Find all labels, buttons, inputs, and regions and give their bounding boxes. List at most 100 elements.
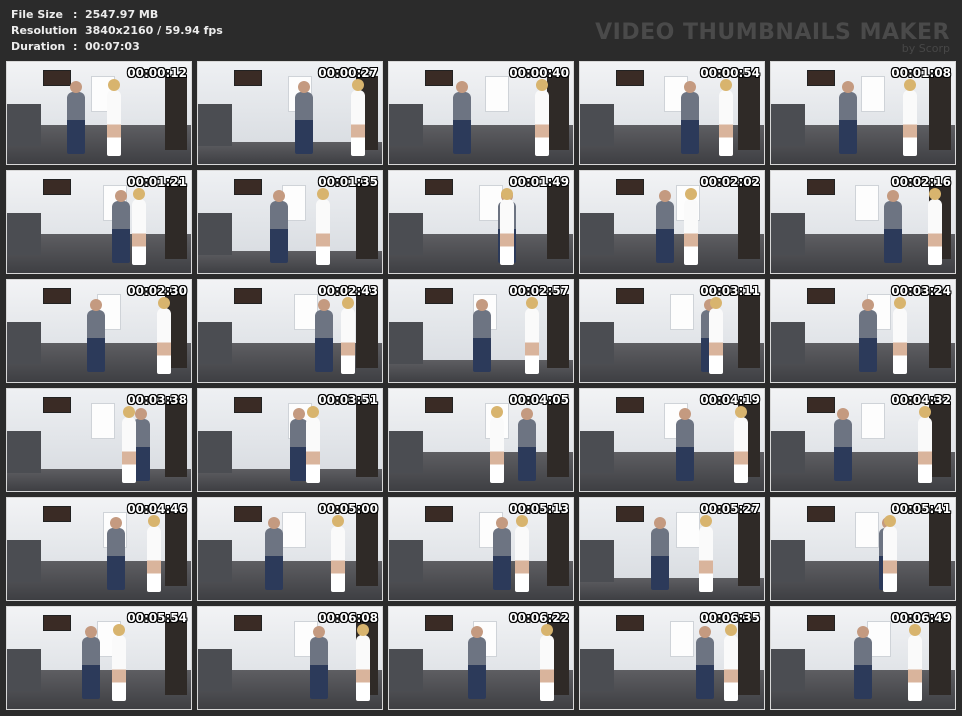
wall-picture [425,70,453,86]
wall-picture [425,506,453,522]
file-size-value: 2547.97 MB [85,8,159,21]
cabinet [7,649,41,691]
timestamp: 00:01:08 [891,66,951,80]
person-figure [839,81,857,154]
door [929,403,951,477]
cabinet [389,104,423,146]
door [738,621,760,695]
person-figure [473,299,491,372]
cabinet [580,431,614,473]
person-figure [684,188,698,265]
video-thumbnail: 00:03:24 [770,279,956,383]
cabinet [7,213,41,255]
wall-picture [616,397,644,413]
video-thumbnail: 00:00:40 [388,61,574,165]
window [670,294,694,330]
cabinet [198,213,232,255]
person-figure [525,297,539,374]
timestamp: 00:03:38 [127,393,187,407]
person-figure [351,79,365,156]
door [547,185,569,259]
door [738,512,760,586]
person-figure [699,515,713,592]
cabinet [771,213,805,255]
door [929,294,951,368]
timestamp: 00:06:08 [318,611,378,625]
window [485,76,509,112]
video-thumbnail: 00:00:54 [579,61,765,165]
cabinet [389,649,423,691]
door [547,512,569,586]
person-figure [696,626,714,699]
video-thumbnail: 00:05:13 [388,497,574,601]
person-figure [651,517,669,590]
person-figure [859,299,877,372]
file-size-row: File Size:2547.97 MB [11,7,223,23]
resolution-row: Resolution: 3840x2160 / 59.94 fps [11,23,223,39]
video-thumbnail: 00:02:57 [388,279,574,383]
door [738,294,760,368]
wall-picture [425,397,453,413]
timestamp: 00:04:19 [700,393,760,407]
cabinet [389,322,423,364]
cabinet [771,322,805,364]
video-thumbnail: 00:05:27 [579,497,765,601]
cabinet [389,431,423,473]
window [861,403,885,439]
cabinet [389,213,423,255]
person-figure [453,81,471,154]
video-thumbnail: 00:01:21 [6,170,192,274]
person-figure [681,81,699,154]
person-figure [719,79,733,156]
door [356,512,378,586]
person-figure [515,515,529,592]
person-figure [107,517,125,590]
wall-picture [43,397,71,413]
wall-picture [807,70,835,86]
wall-picture [234,615,262,631]
wall-picture [43,506,71,522]
video-thumbnail: 00:03:38 [6,388,192,492]
person-figure [724,624,738,701]
video-thumbnail: 00:00:27 [197,61,383,165]
door [165,621,187,695]
person-figure [518,408,536,481]
person-figure [87,299,105,372]
cabinet [198,104,232,146]
window [855,185,879,221]
timestamp: 00:02:16 [891,175,951,189]
person-figure [67,81,85,154]
cabinet [198,322,232,364]
video-thumbnail: 00:03:11 [579,279,765,383]
wall-picture [616,288,644,304]
person-figure [834,408,852,481]
wall-picture [43,179,71,195]
person-figure [82,626,100,699]
door [738,76,760,150]
timestamp: 00:04:05 [509,393,569,407]
cabinet [7,431,41,473]
wall-picture [616,615,644,631]
door [165,76,187,150]
timestamp: 00:06:35 [700,611,760,625]
person-figure [500,188,514,265]
timestamp: 00:02:02 [700,175,760,189]
video-thumbnail: 00:04:32 [770,388,956,492]
cabinet [7,104,41,146]
video-thumbnail: 00:06:35 [579,606,765,710]
video-thumbnail: 00:02:30 [6,279,192,383]
cabinet [580,104,614,146]
timestamp: 00:00:12 [127,66,187,80]
wall-picture [234,506,262,522]
timestamp: 00:03:51 [318,393,378,407]
person-figure [918,406,932,483]
video-thumbnail: 00:05:00 [197,497,383,601]
resolution-label: Resolution [11,24,78,37]
window [855,512,879,548]
person-figure [490,406,504,483]
door [929,621,951,695]
cabinet [580,322,614,364]
person-figure [734,406,748,483]
wall-picture [616,506,644,522]
timestamp: 00:04:46 [127,502,187,516]
